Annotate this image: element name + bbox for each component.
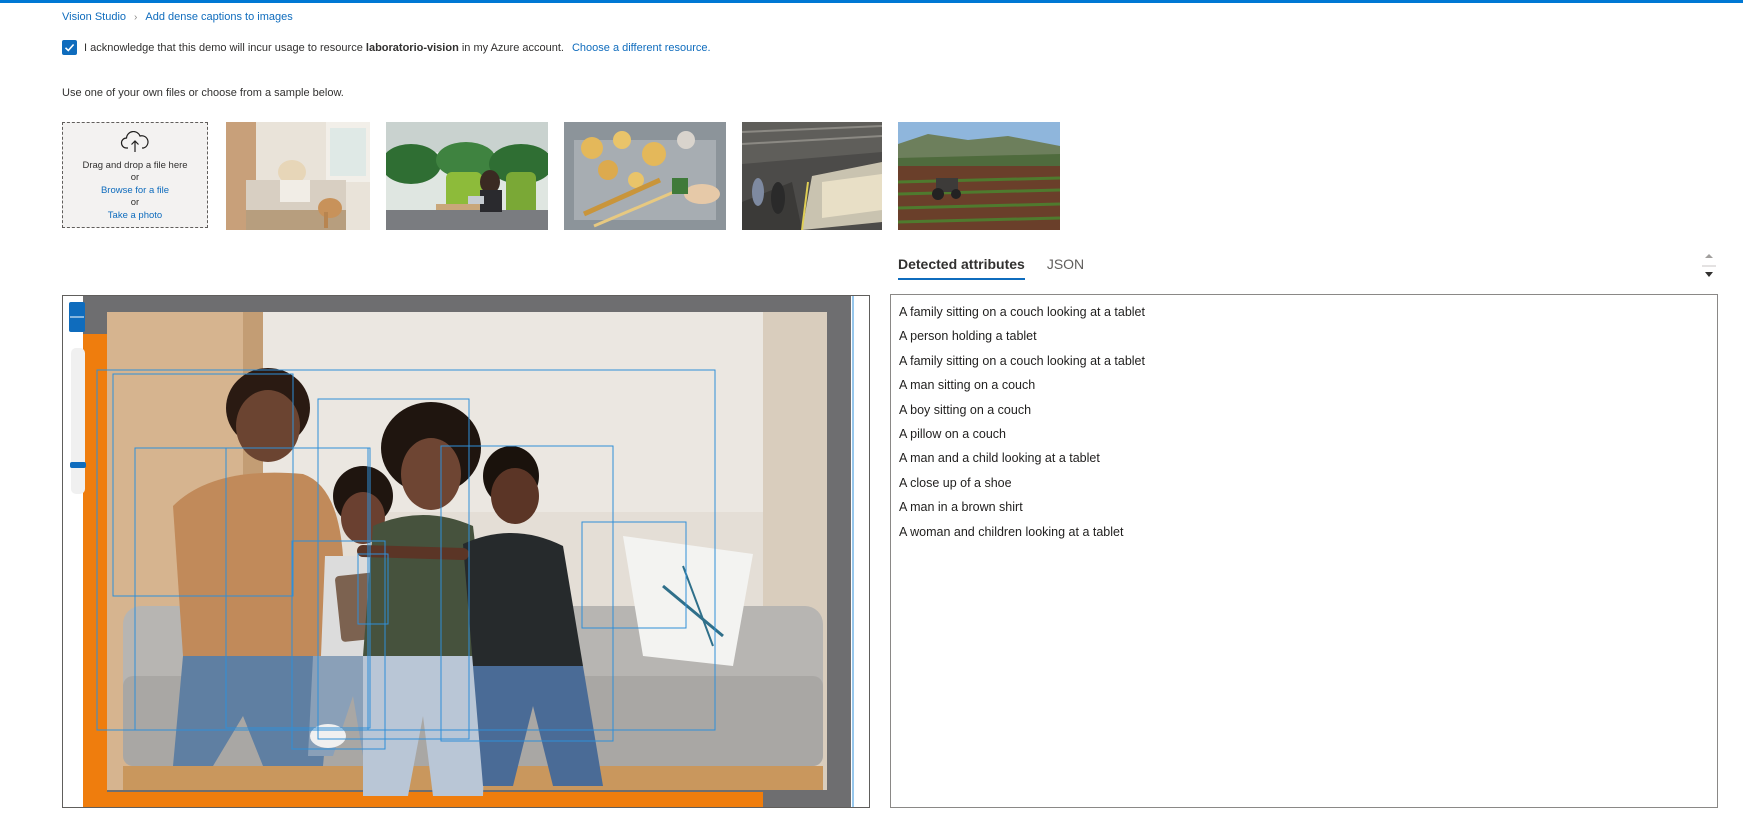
list-item[interactable]: A pillow on a couch bbox=[899, 422, 1709, 446]
take-photo-link[interactable]: Take a photo bbox=[108, 210, 162, 223]
top-accent-bar bbox=[0, 0, 1743, 3]
drag-drop-text: Drag and drop a file here bbox=[82, 159, 188, 171]
browse-file-link[interactable]: Browse for a file bbox=[101, 185, 169, 198]
results-tabs: Detected attributes JSON bbox=[898, 256, 1084, 280]
list-item[interactable]: A close up of a shoe bbox=[899, 471, 1709, 495]
breadcrumb: Vision Studio › Add dense captions to im… bbox=[62, 11, 293, 23]
chevron-right-icon: › bbox=[134, 11, 138, 23]
acknowledge-text: I acknowledge that this demo will incur … bbox=[84, 41, 363, 54]
image-viewer[interactable] bbox=[62, 295, 870, 808]
sample-woman-laptop-office-icon[interactable] bbox=[386, 122, 548, 230]
choose-resource-link[interactable]: Choose a different resource. bbox=[572, 42, 711, 54]
or-text: or bbox=[130, 172, 140, 183]
resource-name: laboratorio-vision bbox=[365, 41, 459, 54]
sample-pasta-cooking-icon[interactable] bbox=[564, 122, 726, 230]
list-item[interactable]: A family sitting on a couch looking at a… bbox=[899, 300, 1709, 324]
list-item[interactable]: A boy sitting on a couch bbox=[899, 398, 1709, 422]
checkmark-icon bbox=[64, 43, 75, 52]
zoom-slider[interactable] bbox=[71, 348, 85, 494]
zoom-slider-thumb[interactable] bbox=[70, 462, 86, 468]
analyzed-image bbox=[63, 296, 869, 807]
sample-train-station-icon[interactable] bbox=[742, 122, 882, 230]
list-item[interactable]: A man and a child looking at a tablet bbox=[899, 446, 1709, 470]
sample-tractor-field-icon[interactable] bbox=[898, 122, 1060, 230]
list-item[interactable]: A man sitting on a couch bbox=[899, 373, 1709, 397]
breadcrumb-current[interactable]: Add dense captions to images bbox=[145, 11, 292, 23]
acknowledge-text-after: in my Azure account. bbox=[461, 41, 564, 54]
file-dropzone[interactable]: Drag and drop a file here or Browse for … bbox=[62, 122, 208, 228]
list-item[interactable]: A woman and children looking at a tablet bbox=[899, 520, 1709, 544]
detected-captions-list: A family sitting on a couch looking at a… bbox=[890, 294, 1718, 808]
acknowledge-checkbox[interactable] bbox=[62, 40, 77, 55]
or-text: or bbox=[130, 197, 140, 208]
tab-json[interactable]: JSON bbox=[1047, 256, 1084, 280]
scroll-down-icon[interactable] bbox=[1705, 272, 1713, 277]
list-item[interactable]: A person holding a tablet bbox=[899, 324, 1709, 348]
cloud-upload-icon bbox=[120, 130, 150, 158]
list-item[interactable]: A man in a brown shirt bbox=[899, 495, 1709, 519]
tab-scroll-controls bbox=[1702, 250, 1716, 284]
scroll-up-icon[interactable] bbox=[1705, 254, 1713, 258]
sample-woman-reading-with-dog-icon[interactable] bbox=[226, 122, 370, 230]
list-item[interactable]: A family sitting on a couch looking at a… bbox=[899, 349, 1709, 373]
upload-hint: Use one of your own files or choose from… bbox=[62, 87, 344, 99]
acknowledge-row: I acknowledge that this demo will incur … bbox=[62, 40, 711, 55]
tab-detected-attributes[interactable]: Detected attributes bbox=[898, 256, 1025, 280]
breadcrumb-root-link[interactable]: Vision Studio bbox=[62, 11, 126, 23]
